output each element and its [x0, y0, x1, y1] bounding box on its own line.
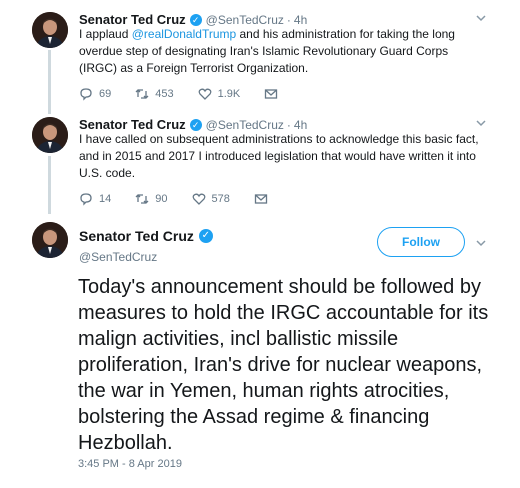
heart-icon — [198, 88, 212, 100]
tweet-text: I applaud @realDonaldTrump and his admin… — [79, 26, 489, 77]
envelope-icon — [254, 194, 268, 204]
retweet-count: 453 — [155, 88, 174, 100]
avatar[interactable] — [32, 222, 68, 258]
verified-badge-icon: ✓ — [198, 229, 213, 243]
reply-icon — [80, 193, 92, 206]
tweet-actions: 69 453 1.9K — [79, 87, 308, 101]
dm-button[interactable] — [254, 192, 274, 206]
thread-line — [48, 50, 51, 114]
like-count: 1.9K — [217, 88, 241, 100]
tweet-timestamp[interactable]: 3:45 PM - 8 Apr 2019 — [78, 458, 182, 470]
retweet-icon — [135, 89, 149, 99]
reply-count: 69 — [99, 88, 112, 100]
main-tweet-text: Today's announcement should be followed … — [78, 276, 489, 454]
retweet-count: 90 — [155, 193, 168, 205]
main-tweet-header: Senator Ted Cruz ✓ @SenTedCruz — [79, 228, 217, 264]
display-name[interactable]: Senator Ted Cruz — [79, 12, 186, 27]
like-button[interactable]: 1.9K — [198, 87, 241, 101]
reply-icon — [80, 88, 92, 101]
mention-link[interactable]: @realDonaldTrump — [132, 27, 236, 41]
tweet-header: Senator Ted Cruz ✓ @SenTedCruz · 4h — [79, 12, 307, 27]
reply-count: 14 — [99, 193, 112, 205]
heart-icon — [192, 193, 205, 205]
chevron-down-icon[interactable] — [476, 238, 486, 250]
thread-line — [48, 156, 51, 214]
retweet-icon — [135, 194, 149, 204]
like-count: 578 — [211, 193, 230, 205]
user-handle[interactable]: @SenTedCruz — [79, 250, 217, 264]
separator: · — [286, 117, 291, 132]
reply-button[interactable]: 69 — [79, 87, 111, 101]
chevron-down-icon[interactable] — [476, 13, 486, 25]
tweet-header: Senator Ted Cruz ✓ @SenTedCruz · 4h — [79, 117, 307, 132]
verified-badge-icon: ✓ — [189, 118, 202, 131]
display-name-row: Senator Ted Cruz ✓ — [79, 228, 217, 244]
tweet-time[interactable]: 4h — [294, 118, 307, 132]
retweet-button[interactable]: 90 — [135, 192, 168, 206]
user-handle[interactable]: @SenTedCruz — [206, 13, 284, 27]
separator: · — [286, 12, 291, 27]
user-handle[interactable]: @SenTedCruz — [206, 118, 284, 132]
avatar[interactable] — [32, 12, 68, 48]
tweet-time[interactable]: 4h — [294, 13, 307, 27]
tweet-actions: 14 90 578 — [79, 192, 298, 206]
avatar[interactable] — [32, 117, 68, 153]
dm-button[interactable] — [264, 87, 284, 101]
tweet-text: I have called on subsequent administrati… — [79, 132, 479, 180]
tweet-text-part: I applaud — [79, 27, 132, 41]
retweet-button[interactable]: 453 — [135, 87, 174, 101]
verified-badge-icon: ✓ — [189, 13, 202, 26]
like-button[interactable]: 578 — [192, 192, 230, 206]
display-name[interactable]: Senator Ted Cruz — [79, 228, 194, 244]
follow-button[interactable]: Follow — [377, 227, 465, 257]
envelope-icon — [265, 89, 278, 99]
chevron-down-icon[interactable] — [476, 118, 486, 130]
reply-button[interactable]: 14 — [79, 192, 111, 206]
display-name[interactable]: Senator Ted Cruz — [79, 117, 186, 132]
